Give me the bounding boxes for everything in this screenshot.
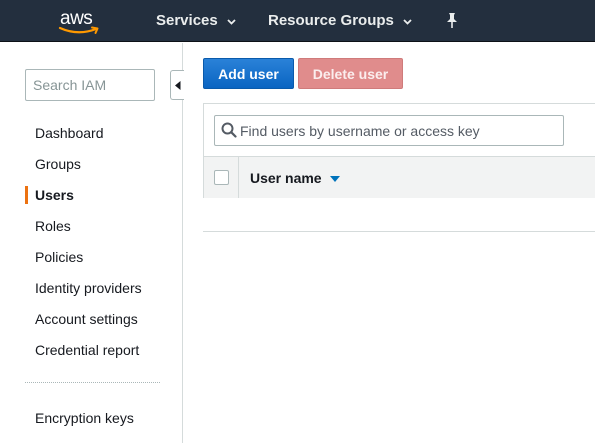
select-all-checkbox[interactable]: [213, 170, 229, 185]
sidebar-item-account-settings[interactable]: Account settings: [35, 311, 138, 327]
sort-down-icon: [329, 176, 340, 182]
add-user-button[interactable]: Add user: [203, 58, 294, 89]
collapse-sidebar-button[interactable]: [170, 70, 184, 100]
search-iam-input[interactable]: [25, 69, 155, 101]
sidebar-item-groups[interactable]: Groups: [35, 156, 81, 172]
active-indicator: [25, 186, 28, 204]
column-header-label: User name: [250, 170, 322, 186]
sidebar-item-dashboard[interactable]: Dashboard: [35, 125, 104, 141]
services-label: Services: [156, 12, 218, 29]
search-icon: [221, 122, 237, 138]
table-filter-row: [204, 104, 595, 156]
chevron-down-icon: [227, 19, 236, 25]
sidebar-item-roles[interactable]: Roles: [35, 218, 71, 234]
sidebar: Dashboard Groups Users Roles Policies Id…: [0, 43, 184, 443]
aws-smile-icon: [58, 26, 99, 34]
top-navigation-bar: aws Services Resource Groups: [0, 0, 595, 42]
services-menu[interactable]: Services: [156, 12, 236, 29]
table-bottom-divider: [203, 231, 595, 232]
sidebar-item-encryption-keys[interactable]: Encryption keys: [35, 410, 134, 426]
aws-logo[interactable]: aws: [56, 6, 104, 36]
sidebar-item-credential-report[interactable]: Credential report: [35, 342, 139, 358]
chevron-down-icon: [403, 19, 412, 25]
caret-left-icon: [174, 80, 180, 90]
sidebar-item-identity-providers[interactable]: Identity providers: [35, 280, 142, 296]
delete-user-button[interactable]: Delete user: [298, 58, 403, 89]
sidebar-item-users[interactable]: Users: [35, 187, 74, 203]
column-header-user-name[interactable]: User name: [250, 170, 340, 186]
resource-groups-menu[interactable]: Resource Groups: [268, 12, 412, 29]
pin-icon[interactable]: [444, 12, 460, 30]
select-all-cell: [204, 157, 239, 198]
find-users-input[interactable]: [240, 116, 560, 145]
sidebar-item-policies[interactable]: Policies: [35, 249, 83, 265]
table-header-row: User name: [204, 156, 595, 198]
resource-groups-label: Resource Groups: [268, 12, 394, 29]
users-table: User name: [203, 103, 595, 198]
filter-field[interactable]: [214, 115, 564, 146]
sidebar-divider: [25, 382, 160, 383]
